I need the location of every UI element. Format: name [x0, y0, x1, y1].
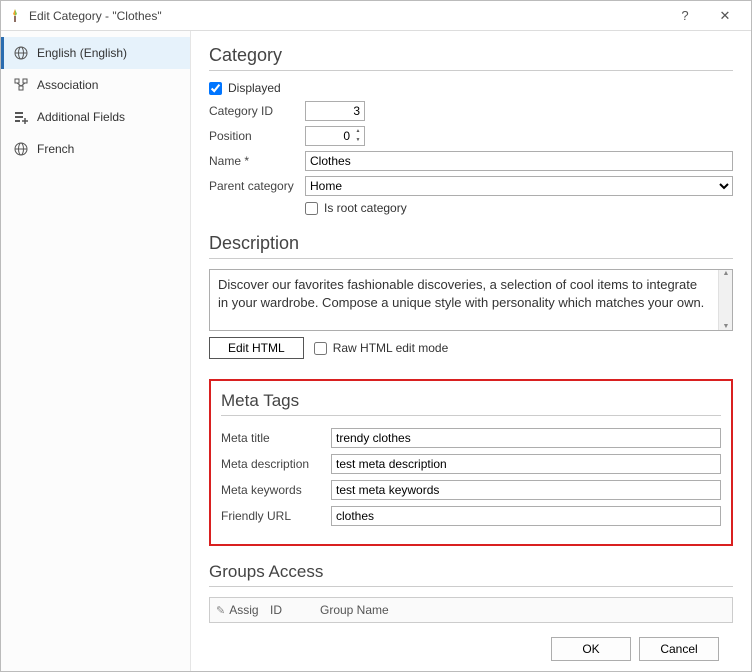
sidebar-item-label: Association [37, 78, 98, 92]
sidebar-item-association[interactable]: Association [1, 69, 190, 101]
edit-icon: ✎ [216, 604, 225, 617]
parent-category-select[interactable]: Home [305, 176, 733, 196]
meta-keywords-label: Meta keywords [221, 483, 331, 497]
col-assig: Assig [229, 603, 258, 617]
edit-html-button[interactable]: Edit HTML [209, 337, 304, 359]
description-heading: Description [209, 233, 733, 254]
position-label: Position [209, 129, 305, 143]
meta-description-input[interactable] [331, 454, 721, 474]
displayed-label: Displayed [228, 81, 281, 95]
name-input[interactable] [305, 151, 733, 171]
globe-icon [13, 45, 29, 61]
col-group-name: Group Name [320, 603, 726, 617]
meta-description-label: Meta description [221, 457, 331, 471]
app-icon [7, 8, 23, 24]
category-id-input[interactable] [305, 101, 365, 121]
groups-table-header: ✎ Assig ID Group Name [209, 597, 733, 623]
edit-category-window: Edit Category - "Clothes" ? ✕ English (E… [0, 0, 752, 672]
displayed-row: Displayed [209, 81, 733, 95]
titlebar: Edit Category - "Clothes" ? ✕ [1, 1, 751, 31]
help-button[interactable]: ? [665, 2, 705, 30]
displayed-checkbox[interactable] [209, 82, 222, 95]
position-spinner[interactable]: ▲▼ [352, 127, 364, 145]
description-textarea[interactable]: Discover our favorites fashionable disco… [209, 269, 733, 331]
scrollbar[interactable] [718, 270, 732, 330]
meta-title-input[interactable] [331, 428, 721, 448]
parent-label: Parent category [209, 179, 305, 193]
ok-button[interactable]: OK [551, 637, 631, 661]
sidebar-item-english[interactable]: English (English) [1, 37, 190, 69]
description-text: Discover our favorites fashionable disco… [210, 270, 718, 330]
category-id-label: Category ID [209, 104, 305, 118]
additional-fields-icon [13, 109, 29, 125]
friendly-url-input[interactable] [331, 506, 721, 526]
col-id: ID [270, 603, 320, 617]
meta-tags-section: Meta Tags Meta title Meta description Me… [209, 379, 733, 546]
sidebar-item-additional-fields[interactable]: Additional Fields [1, 101, 190, 133]
window-title: Edit Category - "Clothes" [29, 9, 665, 23]
meta-keywords-input[interactable] [331, 480, 721, 500]
sidebar-item-french[interactable]: French [1, 133, 190, 165]
friendly-url-label: Friendly URL [221, 509, 331, 523]
association-icon [13, 77, 29, 93]
is-root-checkbox[interactable] [305, 202, 318, 215]
globe-icon [13, 141, 29, 157]
groups-heading: Groups Access [209, 562, 733, 582]
sidebar-item-label: French [37, 142, 74, 156]
sidebar-item-label: Additional Fields [37, 110, 125, 124]
close-button[interactable]: ✕ [705, 2, 745, 30]
raw-html-checkbox[interactable] [314, 342, 327, 355]
meta-heading: Meta Tags [221, 391, 721, 411]
is-root-label: Is root category [324, 201, 407, 215]
category-heading: Category [209, 45, 733, 66]
sidebar: English (English) Association Additional… [1, 31, 191, 671]
meta-title-label: Meta title [221, 431, 331, 445]
sidebar-item-label: English (English) [37, 46, 127, 60]
raw-html-label: Raw HTML edit mode [333, 341, 449, 355]
name-label: Name * [209, 154, 305, 168]
main-panel: Category Displayed Category ID Position … [191, 31, 751, 671]
root-row: Is root category [305, 201, 733, 215]
cancel-button[interactable]: Cancel [639, 637, 719, 661]
dialog-buttons: OK Cancel [209, 627, 733, 671]
